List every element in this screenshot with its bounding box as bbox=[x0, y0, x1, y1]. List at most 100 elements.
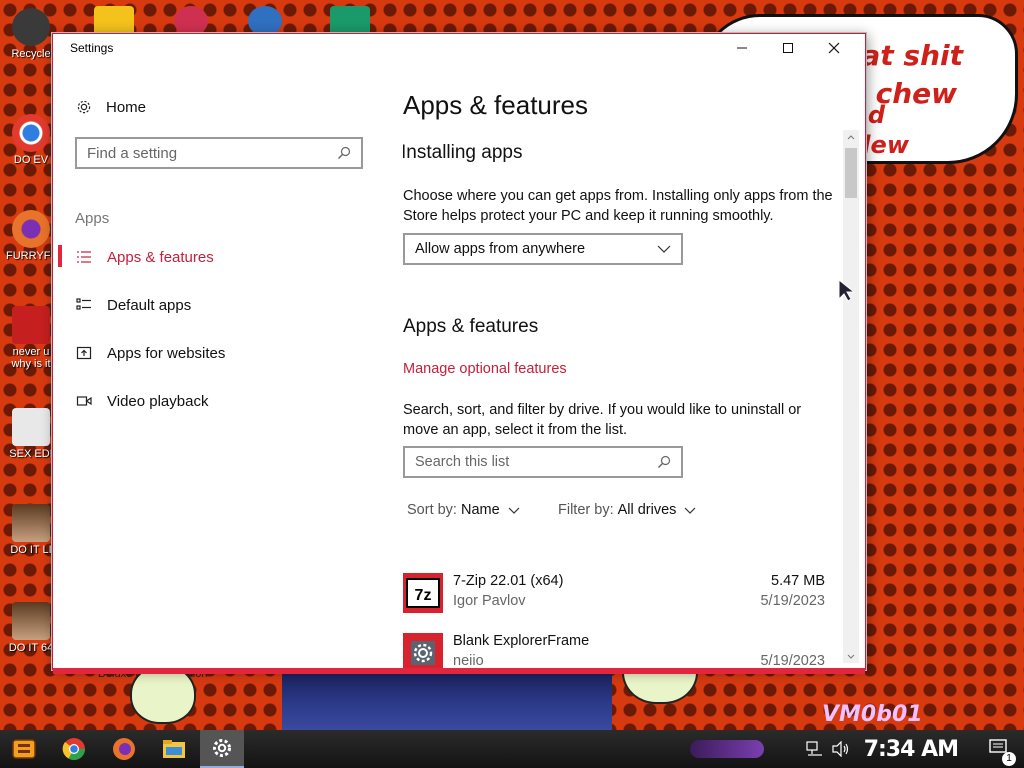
app-list-item[interactable]: Blank ExplorerFrame neiio 5/19/2023 bbox=[403, 631, 827, 669]
sidebar-item-label: Default apps bbox=[107, 296, 192, 314]
filter-value: All drives bbox=[617, 502, 677, 518]
sidebar-item-video-playback[interactable]: Video playback bbox=[75, 389, 208, 413]
sidebar-item-default-apps[interactable]: Default apps bbox=[75, 293, 191, 317]
file-explorer-icon bbox=[163, 740, 185, 758]
app-name: Blank ExplorerFrame bbox=[453, 633, 590, 649]
action-center-button[interactable]: 1 bbox=[988, 738, 1016, 766]
taskbar-clock[interactable]: 7:34 AM bbox=[864, 737, 959, 762]
desktop-icon-label: DO IT LI bbox=[10, 544, 52, 556]
desktop-icon-chrome[interactable]: DO EV bbox=[6, 114, 56, 166]
pdf-app-icon[interactable] bbox=[94, 6, 134, 36]
maximize-button[interactable] bbox=[765, 34, 811, 62]
app-red-icon[interactable] bbox=[174, 6, 208, 36]
list-icon bbox=[75, 250, 93, 264]
app-list-item[interactable]: 7z 7-Zip 22.01 (x64) Igor Pavlov 5.47 MB… bbox=[403, 571, 827, 615]
app-date: 5/19/2023 bbox=[760, 593, 825, 609]
app-name: 7-Zip 22.01 (x64) bbox=[453, 573, 564, 589]
sort-value: Name bbox=[460, 502, 500, 518]
app-source-dropdown[interactable]: Allow apps from anywhere bbox=[403, 233, 683, 265]
app-source-value: Allow apps from anywhere bbox=[415, 241, 586, 257]
app-blue-icon[interactable] bbox=[248, 6, 282, 36]
home-nav-item[interactable]: Home bbox=[75, 96, 146, 118]
chevron-down-icon bbox=[847, 654, 855, 659]
taskbar-chrome[interactable] bbox=[52, 730, 96, 768]
settings-icon bbox=[213, 739, 231, 757]
search-list-input[interactable]: Search this list bbox=[403, 446, 683, 478]
taskbar-file-explorer[interactable] bbox=[152, 730, 196, 768]
sidebar-item-apps-for-websites[interactable]: Apps for websites bbox=[75, 341, 225, 365]
desktop-icon-recycle[interactable]: Recycle bbox=[6, 8, 56, 60]
settings-sidebar: Home Find a setting Apps Apps & features… bbox=[53, 62, 383, 669]
app-size: 5.47 MB bbox=[771, 573, 825, 589]
taskbar: 7:34 AM 1 bbox=[0, 730, 1024, 768]
maximize-icon bbox=[783, 43, 793, 53]
desktop-icon-label: SEX EDI bbox=[9, 448, 53, 460]
sidebar-item-label: Video playback bbox=[107, 392, 209, 410]
close-icon bbox=[828, 42, 840, 54]
settings-gear-icon bbox=[403, 633, 443, 669]
mouse-cursor-icon bbox=[838, 279, 856, 302]
chrome-icon bbox=[62, 738, 85, 760]
apps-features-heading: Apps & features bbox=[403, 316, 539, 337]
desktop-icon-portrait-1[interactable]: DO IT LI bbox=[6, 504, 56, 556]
sort-label: Sort by: bbox=[407, 502, 457, 518]
taskbar-settings[interactable] bbox=[200, 730, 244, 768]
bubble-text-3: d bbox=[867, 101, 885, 129]
active-indicator bbox=[58, 245, 62, 267]
chevron-down-icon bbox=[508, 507, 520, 514]
video-icon bbox=[75, 394, 93, 408]
minimize-button[interactable] bbox=[719, 34, 765, 62]
open-in-icon bbox=[75, 346, 93, 360]
find-setting-input[interactable]: Find a setting bbox=[75, 137, 363, 169]
taskbar-firefox[interactable] bbox=[102, 730, 146, 768]
network-icon[interactable] bbox=[806, 741, 824, 757]
app-publisher: neiio bbox=[453, 653, 484, 669]
firefox-icon bbox=[113, 738, 135, 760]
desktop-icon-devcpp[interactable]: never u why is it bbox=[6, 306, 56, 370]
start-button[interactable] bbox=[2, 730, 46, 768]
recycle-bin-icon bbox=[12, 8, 50, 46]
find-setting-placeholder: Find a setting bbox=[87, 144, 178, 162]
scroll-down-button[interactable] bbox=[843, 649, 859, 663]
publisher-app-icon[interactable] bbox=[330, 6, 370, 36]
search-icon bbox=[658, 455, 671, 468]
sidebar-item-apps-features[interactable]: Apps & features bbox=[75, 245, 214, 269]
desktop-icon-label: FURRYFU bbox=[6, 250, 56, 262]
installing-apps-heading: Installing apps bbox=[403, 142, 523, 163]
chevron-down-icon bbox=[657, 245, 671, 253]
settings-window: Settings Home Find a setting Apps Apps &… bbox=[52, 33, 866, 674]
manage-optional-features-link[interactable]: Manage optional features bbox=[403, 361, 567, 377]
title-bar[interactable]: Settings bbox=[53, 34, 865, 62]
window-title: Settings bbox=[70, 41, 114, 55]
portrait-icon bbox=[12, 504, 50, 542]
sidebar-item-label: Apps & features bbox=[107, 248, 214, 266]
scroll-thumb[interactable] bbox=[845, 148, 857, 198]
app-publisher: Igor Pavlov bbox=[453, 593, 526, 609]
search-icon bbox=[338, 146, 351, 159]
desktop-icon-label-2: why is it bbox=[11, 358, 51, 370]
scroll-up-button[interactable] bbox=[843, 130, 859, 144]
default-apps-icon bbox=[75, 298, 93, 312]
search-list-placeholder: Search this list bbox=[415, 454, 510, 470]
desktop-icon-label: DO IT 64 bbox=[8, 642, 54, 654]
hex-editor-icon bbox=[12, 408, 50, 446]
vertical-scrollbar[interactable] bbox=[843, 130, 859, 663]
desktop-icon-portrait-2[interactable]: DO IT 64 bbox=[6, 602, 56, 654]
page-title: Apps & features bbox=[403, 90, 588, 120]
start-icon bbox=[12, 739, 36, 759]
desktop-icon-hex[interactable]: SEX EDI bbox=[6, 408, 56, 460]
filter-label: Filter by: bbox=[558, 502, 614, 518]
section-label-apps: Apps bbox=[75, 210, 110, 227]
sort-by-dropdown[interactable]: Sort by: Name bbox=[407, 502, 520, 518]
notification-badge: 1 bbox=[1002, 752, 1016, 766]
filter-by-dropdown[interactable]: Filter by: All drives bbox=[558, 502, 696, 518]
chevron-down-icon bbox=[684, 507, 696, 514]
sidebar-item-label: Apps for websites bbox=[107, 344, 226, 362]
apps-features-description: Search, sort, and filter by drive. If yo… bbox=[403, 402, 802, 438]
gear-icon bbox=[75, 99, 93, 115]
chrome-icon bbox=[12, 114, 50, 152]
close-button[interactable] bbox=[811, 34, 857, 62]
volume-icon[interactable] bbox=[832, 741, 850, 757]
desktop-watermark: VM0b01 bbox=[822, 702, 923, 727]
desktop-icon-firefox[interactable]: FURRYFU bbox=[6, 210, 56, 262]
